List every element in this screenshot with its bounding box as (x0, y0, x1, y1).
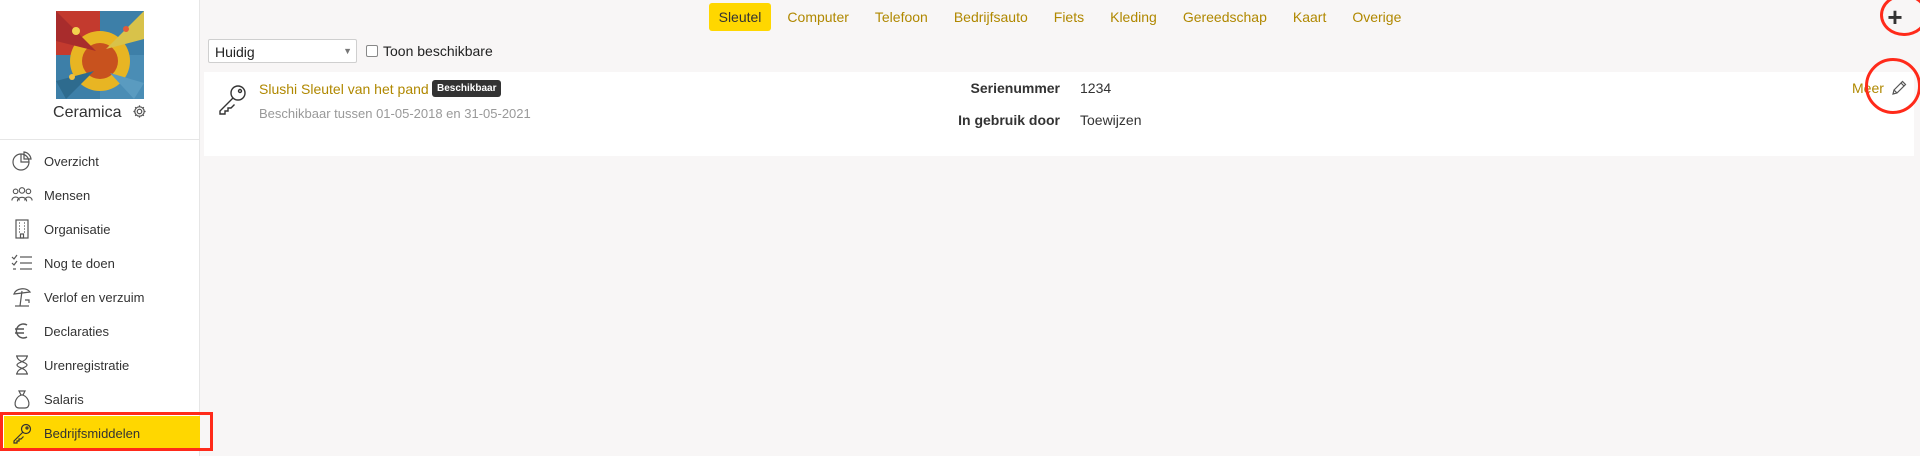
category-tabs: Sleutel Computer Telefoon Bedrijfsauto F… (200, 0, 1920, 34)
sidebar-divider (0, 139, 200, 140)
serial-number-label: Serienummer (970, 80, 1060, 96)
sidebar-item-verlof-en-verzuim[interactable]: Verlof en verzuim (0, 280, 200, 314)
more-link[interactable]: Meer (1852, 80, 1884, 96)
serial-number-value: 1234 (1080, 80, 1112, 96)
chevron-down-icon: ▼ (343, 46, 352, 56)
org-name-row: Ceramica (0, 104, 200, 124)
tab-kaart[interactable]: Kaart (1283, 3, 1336, 31)
period-select[interactable]: Huidig ▼ (208, 39, 357, 63)
sidebar-item-overzicht[interactable]: Overzicht (0, 144, 200, 178)
sidebar-item-salaris[interactable]: Salaris (0, 382, 200, 416)
in-use-by-label: In gebruik door (958, 112, 1060, 128)
sidebar-item-label: Overzicht (44, 153, 99, 169)
tab-gereedschap[interactable]: Gereedschap (1173, 3, 1277, 31)
sidebar-item-bedrijfsmiddelen[interactable]: Bedrijfsmiddelen (4, 416, 200, 450)
sidebar-item-label: Bedrijfsmiddelen (44, 425, 141, 441)
tab-fiets[interactable]: Fiets (1044, 3, 1094, 31)
asset-card: Slushi Sleutel van het pand Beschikbaar … (204, 72, 1914, 156)
hourglass-icon (11, 354, 33, 376)
show-available-toggle[interactable]: Toon beschikbare (366, 43, 493, 59)
sidebar-item-label: Nog te doen (44, 255, 115, 271)
asset-title-link[interactable]: Slushi Sleutel van het pand (259, 81, 429, 97)
key-icon (216, 82, 250, 116)
tab-telefoon[interactable]: Telefoon (865, 3, 938, 31)
tab-sleutel[interactable]: Sleutel (708, 3, 772, 31)
sidebar-item-label: Mensen (44, 187, 91, 203)
building-icon (11, 218, 33, 240)
gear-icon[interactable] (132, 104, 147, 124)
sidebar-nav: Overzicht Mensen Organisatie Nog te doen… (0, 144, 200, 450)
show-available-checkbox[interactable] (366, 45, 378, 57)
asset-availability: Beschikbaar tussen 01-05-2018 en 31-05-2… (259, 106, 531, 121)
sidebar-item-label: Verlof en verzuim (44, 289, 145, 305)
money-bag-icon (11, 388, 33, 410)
tab-kleding[interactable]: Kleding (1100, 3, 1167, 31)
assign-link[interactable]: Toewijzen (1080, 112, 1141, 128)
sidebar-item-label: Urenregistratie (44, 357, 130, 373)
sidebar-item-mensen[interactable]: Mensen (0, 178, 200, 212)
tab-computer[interactable]: Computer (777, 3, 858, 31)
sidebar-item-label: Organisatie (44, 221, 111, 237)
sidebar-item-urenregistratie[interactable]: Urenregistratie (0, 348, 200, 382)
period-select-value: Huidig (215, 44, 255, 60)
sidebar: Ceramica Overzicht Mensen Organisatie No… (0, 0, 200, 456)
pencil-icon[interactable] (1890, 79, 1908, 97)
tab-bedrijfsauto[interactable]: Bedrijfsauto (944, 3, 1038, 31)
sidebar-item-label: Salaris (44, 391, 84, 407)
sidebar-item-organisatie[interactable]: Organisatie (0, 212, 200, 246)
status-badge: Beschikbaar (432, 80, 502, 97)
org-logo (56, 11, 144, 99)
key-icon (11, 422, 33, 444)
pie-chart-icon (11, 150, 33, 172)
org-name: Ceramica (53, 104, 122, 121)
sidebar-item-label: Declaraties (44, 323, 110, 339)
euro-icon (11, 320, 33, 342)
show-available-label: Toon beschikbare (383, 43, 493, 59)
sidebar-item-declaraties[interactable]: Declaraties (0, 314, 200, 348)
tab-overige[interactable]: Overige (1342, 3, 1411, 31)
beach-umbrella-icon (11, 286, 33, 308)
sidebar-item-nog-te-doen[interactable]: Nog te doen (0, 246, 200, 280)
checklist-icon (11, 252, 33, 274)
add-button[interactable]: + (1880, 2, 1910, 32)
people-icon (11, 184, 33, 206)
